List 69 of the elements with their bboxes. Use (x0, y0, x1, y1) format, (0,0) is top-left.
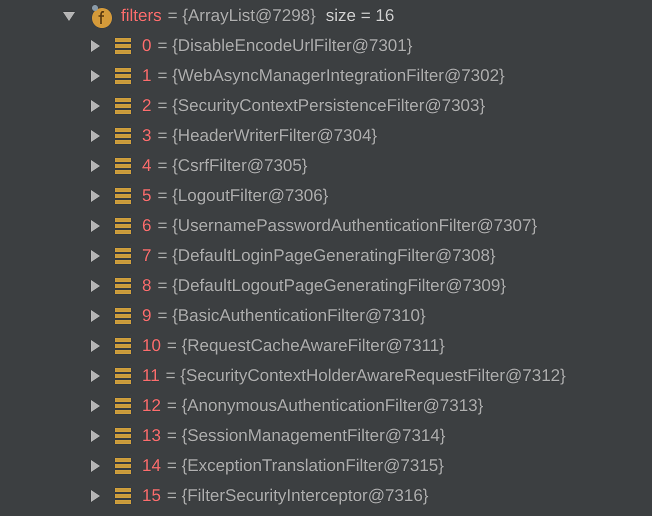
element-value: = {ExceptionTranslationFilter@7315} (166, 456, 444, 476)
element-value: = {CsrfFilter@7305} (157, 156, 308, 176)
element-value: = {DisableEncodeUrlFilter@7301} (157, 36, 412, 56)
expand-toggle-icon[interactable] (88, 309, 102, 323)
element-index: 4 (142, 156, 152, 176)
list-icon (115, 397, 131, 415)
element-index: 11 (142, 366, 160, 386)
expand-toggle-icon[interactable] (88, 279, 102, 293)
element-value: = {SecurityContextHolderAwareRequestFilter@7312} (166, 366, 566, 386)
element-index: 0 (142, 36, 152, 56)
element-value: = {UsernamePasswordAuthenticationFilter@7307} (157, 216, 538, 236)
expand-toggle-icon[interactable] (88, 369, 102, 383)
element-index: 14 (142, 456, 161, 476)
list-icon (115, 367, 131, 385)
expand-toggle-icon[interactable] (62, 9, 76, 23)
list-icon (115, 277, 131, 295)
element-index: 7 (142, 246, 152, 266)
variable-name: filters (121, 6, 162, 26)
element-value: = {DefaultLogoutPageGeneratingFilter@7309} (157, 276, 506, 296)
element-value: = {SecurityContextPersistenceFilter@7303} (157, 96, 486, 116)
list-icon (115, 337, 131, 355)
list-icon (115, 97, 131, 115)
element-index: 5 (142, 186, 152, 206)
element-index: 6 (142, 216, 152, 236)
element-index: 12 (142, 396, 161, 416)
size-label: size = 16 (326, 6, 394, 26)
expand-toggle-icon[interactable] (88, 399, 102, 413)
list-icon (115, 187, 131, 205)
expand-toggle-icon[interactable] (88, 189, 102, 203)
element-index: 2 (142, 96, 152, 116)
element-index: 9 (142, 306, 152, 326)
list-icon (115, 427, 131, 445)
list-icon (115, 247, 131, 265)
list-icon (115, 217, 131, 235)
variable-value: = {ArrayList@7298} (168, 6, 316, 26)
list-icon (115, 157, 131, 175)
expand-toggle-icon[interactable] (88, 159, 102, 173)
list-icon (115, 67, 131, 85)
element-value: = {BasicAuthenticationFilter@7310} (157, 306, 426, 326)
element-value: = {HeaderWriterFilter@7304} (157, 126, 378, 146)
element-value: = {RequestCacheAwareFilter@7311} (166, 336, 445, 356)
element-value: = {AnonymousAuthenticationFilter@7313} (166, 396, 484, 416)
expand-toggle-icon[interactable] (88, 219, 102, 233)
expand-toggle-icon[interactable] (88, 99, 102, 113)
element-value: = {WebAsyncManagerIntegrationFilter@7302} (157, 66, 505, 86)
element-index: 13 (142, 426, 161, 446)
element-index: 1 (142, 66, 152, 86)
element-index: 15 (142, 486, 161, 506)
expand-toggle-icon[interactable] (88, 69, 102, 83)
expand-toggle-icon[interactable] (88, 459, 102, 473)
expand-toggle-icon[interactable] (88, 429, 102, 443)
list-icon (115, 127, 131, 145)
list-icon (115, 37, 131, 55)
expand-toggle-icon[interactable] (88, 489, 102, 503)
element-value: = {SessionManagementFilter@7314} (166, 426, 446, 446)
expand-toggle-icon[interactable] (88, 39, 102, 53)
element-value: = {LogoutFilter@7306} (157, 186, 328, 206)
field-icon (89, 3, 115, 29)
expand-toggle-icon[interactable] (88, 129, 102, 143)
list-icon (115, 457, 131, 475)
element-value: = {DefaultLoginPageGeneratingFilter@7308} (157, 246, 496, 266)
list-icon (115, 307, 131, 325)
element-value: = {FilterSecurityInterceptor@7316} (166, 486, 428, 506)
expand-toggle-icon[interactable] (88, 249, 102, 263)
element-index: 8 (142, 276, 152, 296)
element-index: 3 (142, 126, 152, 146)
expand-toggle-icon[interactable] (88, 339, 102, 353)
list-icon (115, 487, 131, 505)
element-index: 10 (142, 336, 161, 356)
